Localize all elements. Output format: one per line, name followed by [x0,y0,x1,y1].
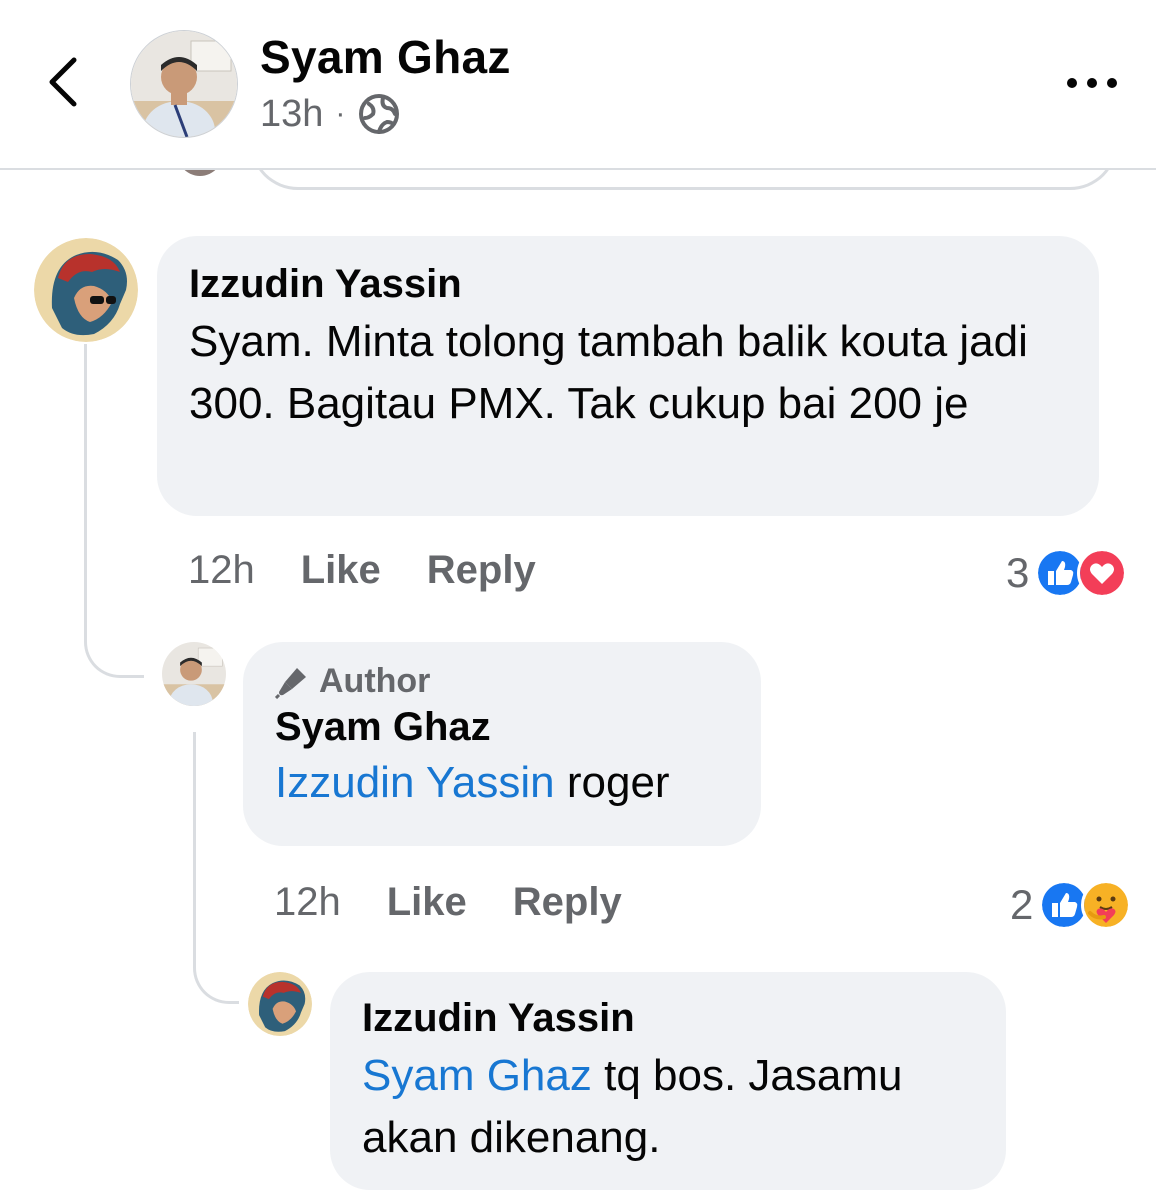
reply-actions: 12h Like Reply [274,880,622,925]
comment-thread-screen: Syam Ghaz 13h · Izzudin Yassin Syam. Min… [0,0,1156,1200]
reply-button[interactable]: Reply [427,548,536,593]
mention-link[interactable]: Syam Ghaz [362,1051,592,1100]
reaction-count: 2 [1010,881,1034,928]
commenter-reply-avatar[interactable] [248,972,312,1036]
meta-separator: · [335,97,346,130]
reply-body: roger [554,758,670,807]
reply-author-name[interactable]: Syam Ghaz [275,705,729,750]
like-button[interactable]: Like [301,548,381,593]
chevron-left-icon [49,57,77,107]
thread-line-level2 [193,732,239,1004]
ellipsis-icon [1067,78,1117,88]
mention-link[interactable]: Izzudin Yassin [275,758,555,807]
nested-reply-author-name[interactable]: Izzudin Yassin [362,996,974,1041]
post-meta: 13h · [260,92,401,136]
reaction-summary[interactable]: 3 [1006,548,1128,598]
like-button[interactable]: Like [387,880,467,925]
comment-text: Syam. Minta tolong tambah balik kouta ja… [189,317,1028,428]
reaction-summary[interactable]: 2 [1010,880,1132,930]
reply-bubble[interactable]: Author Syam Ghaz Izzudin Yassin roger [243,642,761,846]
nested-reply-line2: akan dikenang. [362,1113,661,1162]
back-button[interactable] [40,52,90,112]
love-icon [1077,548,1128,598]
thread-line-level1 [84,344,144,678]
author-reply-avatar[interactable] [162,642,226,706]
author-badge-label: Author [319,662,431,700]
author-avatar[interactable] [130,30,238,138]
reply-button[interactable]: Reply [513,880,622,925]
reply-time: 12h [274,880,341,924]
nested-reply-bubble[interactable]: Izzudin Yassin Syam Ghaz tq bos. Jasamu … [330,972,1006,1190]
author-photo-icon [131,31,237,137]
reaction-count: 3 [1006,549,1030,596]
microphone-icon [275,667,306,699]
author-name[interactable]: Syam Ghaz [260,30,511,84]
more-options-button[interactable] [1064,68,1120,98]
reply-text: Izzudin Yassin roger [275,752,729,814]
nested-reply-text: Syam Ghaz tq bos. Jasamu akan dikenang. [362,1045,974,1169]
commenter-avatar[interactable] [34,238,138,342]
commenter-portrait-icon [34,238,138,342]
commenter-portrait-small-icon [248,972,312,1036]
author-badge: Author [275,662,729,701]
author-photo-small-icon [162,642,226,706]
comment-bubble[interactable]: Izzudin Yassin Syam. Minta tolong tambah… [157,236,1099,516]
comment-actions: 12h Like Reply [188,548,536,593]
nested-reply-line1: tq bos. Jasamu [591,1051,903,1100]
care-icon [1081,880,1132,930]
comment-time: 12h [188,548,255,592]
globe-icon [359,94,400,134]
post-header: Syam Ghaz 13h · [0,0,1156,170]
commenter-name[interactable]: Izzudin Yassin [189,262,1067,307]
post-time: 13h [260,92,324,135]
